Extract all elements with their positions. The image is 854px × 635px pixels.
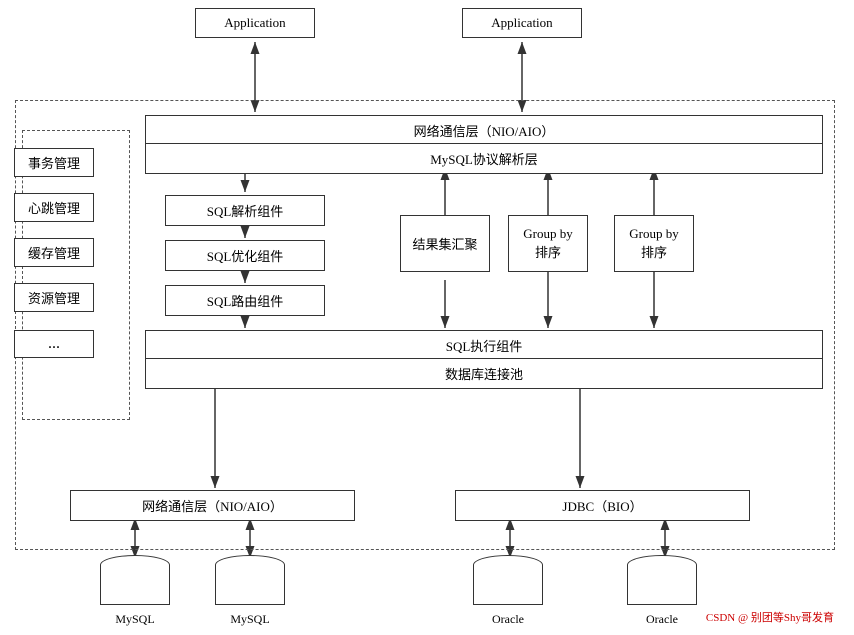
cache-mgmt-box: 缓存管理 bbox=[14, 238, 94, 267]
bottom-network-box: 网络通信层（NIO/AIO） bbox=[70, 490, 355, 521]
db-pool-box: 数据库连接池 bbox=[145, 358, 823, 389]
jdbc-box: JDBC（BIO） bbox=[455, 490, 750, 521]
sql-route-label: SQL路由组件 bbox=[207, 294, 284, 309]
sql-exec-label: SQL执行组件 bbox=[446, 339, 523, 354]
mysql2-label: MySQL bbox=[210, 612, 290, 627]
sql-route-box: SQL路由组件 bbox=[165, 285, 325, 316]
more-mgmt-label: ... bbox=[48, 335, 60, 352]
resource-mgmt-label: 资源管理 bbox=[28, 291, 80, 306]
mysql-protocol-label: MySQL协议解析层 bbox=[430, 152, 538, 167]
group-by-2-box: Group by 排序 bbox=[614, 215, 694, 272]
group-by-2-line2: 排序 bbox=[619, 242, 689, 261]
app-left-label: Application bbox=[224, 15, 285, 30]
app-left: Application bbox=[195, 8, 315, 38]
network-layer-top-label: 网络通信层（NIO/AIO） bbox=[414, 124, 555, 139]
result-merge-label: 结果集汇聚 bbox=[412, 237, 477, 252]
sql-optimize-box: SQL优化组件 bbox=[165, 240, 325, 271]
sql-parse-label: SQL解析组件 bbox=[207, 204, 284, 219]
group-by-2-line1: Group by bbox=[619, 226, 689, 242]
group-by-1-line2: 排序 bbox=[513, 242, 583, 261]
watermark-text: CSDN @ 别团等Shy哥发育 bbox=[706, 612, 834, 624]
oracle2-label: Oracle bbox=[622, 612, 702, 627]
group-by-1-line1: Group by bbox=[513, 226, 583, 242]
mysql-protocol-layer: MySQL协议解析层 bbox=[145, 143, 823, 174]
diagram-container: Application Application 事务管理 心跳管理 缓存管理 资… bbox=[0, 0, 854, 635]
mysql1-db: MySQL bbox=[95, 555, 175, 627]
group-by-1-box: Group by 排序 bbox=[508, 215, 588, 272]
mysql2-db: MySQL bbox=[210, 555, 290, 627]
tx-mgmt-box: 事务管理 bbox=[14, 148, 94, 177]
oracle1-label: Oracle bbox=[468, 612, 548, 627]
sql-parse-box: SQL解析组件 bbox=[165, 195, 325, 226]
app-right: Application bbox=[462, 8, 582, 38]
heartbeat-mgmt-box: 心跳管理 bbox=[14, 193, 94, 222]
cache-mgmt-label: 缓存管理 bbox=[28, 246, 80, 261]
result-merge-box: 结果集汇聚 bbox=[400, 215, 490, 272]
network-layer-top: 网络通信层（NIO/AIO） bbox=[145, 115, 823, 146]
resource-mgmt-box: 资源管理 bbox=[14, 283, 94, 312]
more-mgmt-box: ... bbox=[14, 330, 94, 358]
tx-mgmt-label: 事务管理 bbox=[28, 156, 80, 171]
heartbeat-mgmt-label: 心跳管理 bbox=[28, 201, 80, 216]
oracle2-db: Oracle bbox=[622, 555, 702, 627]
db-pool-label: 数据库连接池 bbox=[445, 367, 523, 382]
sql-exec-box: SQL执行组件 bbox=[145, 330, 823, 361]
oracle1-db: Oracle bbox=[468, 555, 548, 627]
app-right-label: Application bbox=[491, 15, 552, 30]
watermark: CSDN @ 别团等Shy哥发育 bbox=[706, 609, 834, 625]
sql-optimize-label: SQL优化组件 bbox=[207, 249, 284, 264]
mysql1-label: MySQL bbox=[95, 612, 175, 627]
jdbc-label: JDBC（BIO） bbox=[562, 499, 642, 514]
bottom-network-label: 网络通信层（NIO/AIO） bbox=[142, 499, 283, 514]
